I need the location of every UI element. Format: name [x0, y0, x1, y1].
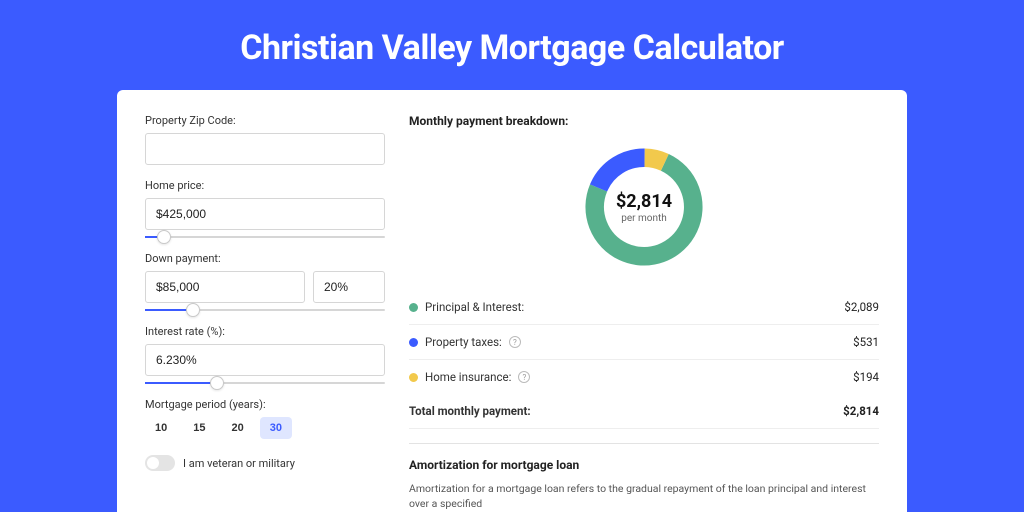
- donut-chart-wrap: $2,814 per month: [409, 142, 879, 272]
- interest-rate-slider[interactable]: [145, 382, 385, 384]
- interest-rate-label: Interest rate (%):: [145, 325, 385, 338]
- breakdown-panel: Monthly payment breakdown: $2,814 per mo…: [409, 114, 879, 511]
- legend-value: $531: [853, 335, 879, 349]
- total-value: $2,814: [843, 404, 879, 418]
- veteran-toggle-label: I am veteran or military: [183, 457, 295, 470]
- slider-thumb[interactable]: [157, 230, 171, 244]
- veteran-toggle[interactable]: [145, 455, 175, 471]
- amortization-body: Amortization for a mortgage loan refers …: [409, 482, 879, 511]
- legend-label: Principal & Interest:: [425, 300, 524, 314]
- legend-value: $2,089: [844, 300, 879, 314]
- legend-label: Home insurance:: [425, 370, 511, 384]
- legend-row: Property taxes:? $531: [409, 325, 879, 360]
- down-payment-label: Down payment:: [145, 252, 385, 265]
- period-option-30[interactable]: 30: [260, 417, 292, 439]
- zip-input[interactable]: [145, 133, 385, 165]
- blue-dot-icon: [409, 338, 418, 347]
- calculator-card: Property Zip Code: Home price: Down paym…: [117, 90, 907, 512]
- legend-value: $194: [853, 370, 879, 384]
- home-price-field: Home price:: [145, 179, 385, 238]
- amortization-section: Amortization for mortgage loan Amortizat…: [409, 443, 879, 511]
- inputs-panel: Property Zip Code: Home price: Down paym…: [145, 114, 385, 511]
- info-icon[interactable]: ?: [518, 371, 530, 383]
- donut-sub-label: per month: [621, 213, 667, 224]
- yellow-dot-icon: [409, 373, 418, 382]
- info-icon[interactable]: ?: [509, 336, 521, 348]
- home-price-slider[interactable]: [145, 236, 385, 238]
- down-payment-input[interactable]: [145, 271, 305, 303]
- mortgage-period-field: Mortgage period (years): 10 15 20 30: [145, 398, 385, 439]
- zip-label: Property Zip Code:: [145, 114, 385, 127]
- mortgage-period-label: Mortgage period (years):: [145, 398, 385, 411]
- legend-list: Principal & Interest: $2,089 Property taxe…: [409, 290, 879, 394]
- legend-row: Home insurance:? $194: [409, 360, 879, 394]
- breakdown-title: Monthly payment breakdown:: [409, 114, 879, 128]
- period-option-20[interactable]: 20: [222, 417, 254, 439]
- down-payment-field: Down payment:: [145, 252, 385, 311]
- total-row: Total monthly payment: $2,814: [409, 394, 879, 429]
- page-title: Christian Valley Mortgage Calculator: [0, 28, 1024, 68]
- down-payment-pct-input[interactable]: [313, 271, 385, 303]
- slider-thumb[interactable]: [210, 376, 224, 390]
- home-price-input[interactable]: [145, 198, 385, 230]
- amortization-title: Amortization for mortgage loan: [409, 458, 879, 472]
- legend-label: Property taxes:: [425, 335, 502, 349]
- home-price-label: Home price:: [145, 179, 385, 192]
- slider-fill: [145, 382, 217, 384]
- donut-center: $2,814 per month: [579, 142, 709, 272]
- donut-total-value: $2,814: [616, 191, 672, 212]
- zip-field: Property Zip Code:: [145, 114, 385, 165]
- down-payment-slider[interactable]: [145, 309, 385, 311]
- period-option-15[interactable]: 15: [183, 417, 215, 439]
- period-option-10[interactable]: 10: [145, 417, 177, 439]
- mortgage-period-options: 10 15 20 30: [145, 417, 385, 439]
- green-dot-icon: [409, 303, 418, 312]
- total-label: Total monthly payment:: [409, 404, 531, 418]
- interest-rate-input[interactable]: [145, 344, 385, 376]
- donut-chart: $2,814 per month: [579, 142, 709, 272]
- page-header: Christian Valley Mortgage Calculator: [0, 0, 1024, 90]
- interest-rate-field: Interest rate (%):: [145, 325, 385, 384]
- legend-row: Principal & Interest: $2,089: [409, 290, 879, 325]
- veteran-toggle-row: I am veteran or military: [145, 455, 385, 471]
- slider-thumb[interactable]: [186, 303, 200, 317]
